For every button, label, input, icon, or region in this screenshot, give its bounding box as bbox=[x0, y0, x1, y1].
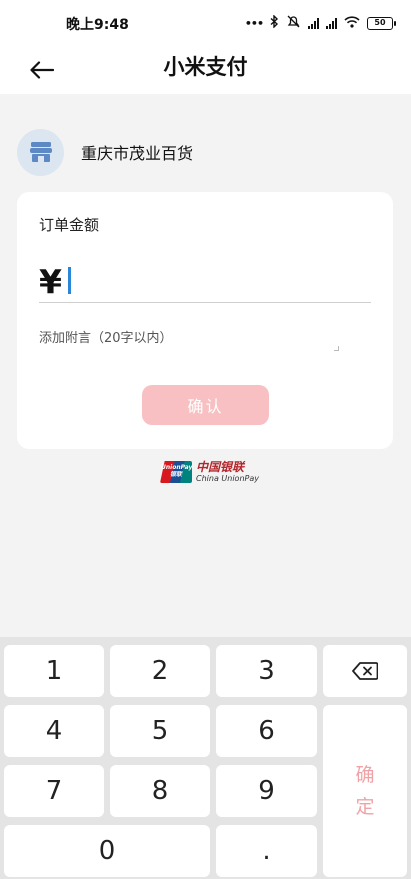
key-6[interactable]: 6 bbox=[216, 705, 317, 757]
hd-signal-icon bbox=[308, 17, 319, 29]
currency-symbol: ¥ bbox=[39, 262, 62, 301]
key-decimal[interactable]: . bbox=[216, 825, 317, 877]
key-7[interactable]: 7 bbox=[4, 765, 104, 817]
unionpay-name-cn: 中国银联 bbox=[196, 460, 245, 474]
key-9[interactable]: 9 bbox=[216, 765, 317, 817]
key-4[interactable]: 4 bbox=[4, 705, 104, 757]
hd-signal-icon bbox=[326, 17, 337, 29]
remark-input[interactable]: 添加附言（20字以内） bbox=[39, 327, 173, 346]
key-5[interactable]: 5 bbox=[110, 705, 210, 757]
backspace-icon bbox=[352, 662, 378, 680]
confirm-button[interactable]: 确认 bbox=[142, 385, 269, 425]
merchant-name: 重庆市茂业百货 bbox=[81, 144, 194, 163]
amount-label: 订单金额 bbox=[39, 216, 100, 234]
battery-icon: 50 bbox=[367, 16, 396, 30]
header-area: 晚上9:48 ••• 50 小米支付 bbox=[0, 0, 411, 94]
nav-bar: 小米支付 bbox=[0, 46, 411, 94]
key-0[interactable]: 0 bbox=[4, 825, 210, 877]
key-8[interactable]: 8 bbox=[110, 765, 210, 817]
status-bar: 晚上9:48 ••• 50 bbox=[0, 0, 411, 46]
page-title: 小米支付 bbox=[163, 55, 248, 79]
unionpay-logo-icon: UnionPay 银联 bbox=[160, 461, 192, 483]
text-caret bbox=[68, 267, 71, 294]
unionpay-name-en: China UnionPay bbox=[196, 474, 259, 483]
merchant-avatar bbox=[17, 128, 64, 176]
numeric-keypad: 1 2 3 4 5 6 确 定 7 8 9 0 . bbox=[0, 637, 411, 879]
bluetooth-icon bbox=[270, 14, 279, 31]
store-icon bbox=[29, 142, 52, 162]
wifi-icon bbox=[344, 15, 360, 31]
backspace-button[interactable] bbox=[323, 645, 407, 697]
key-2[interactable]: 2 bbox=[110, 645, 210, 697]
key-3[interactable]: 3 bbox=[216, 645, 317, 697]
status-time: 晚上9:48 bbox=[66, 17, 129, 33]
resize-handle-icon bbox=[334, 346, 339, 351]
status-icons: ••• 50 bbox=[244, 13, 396, 33]
amount-input[interactable]: ¥ bbox=[39, 256, 371, 303]
mute-icon bbox=[286, 15, 301, 31]
unionpay-brand: UnionPay 银联 中国银联 China UnionPay bbox=[160, 460, 259, 484]
merchant-row: 重庆市茂业百货 bbox=[17, 128, 193, 176]
key-1[interactable]: 1 bbox=[4, 645, 104, 697]
payment-card: 订单金额 ¥ 添加附言（20字以内） 确认 bbox=[17, 192, 393, 449]
keypad-confirm-button[interactable]: 确 定 bbox=[323, 705, 407, 877]
more-dots-icon: ••• bbox=[244, 16, 264, 30]
